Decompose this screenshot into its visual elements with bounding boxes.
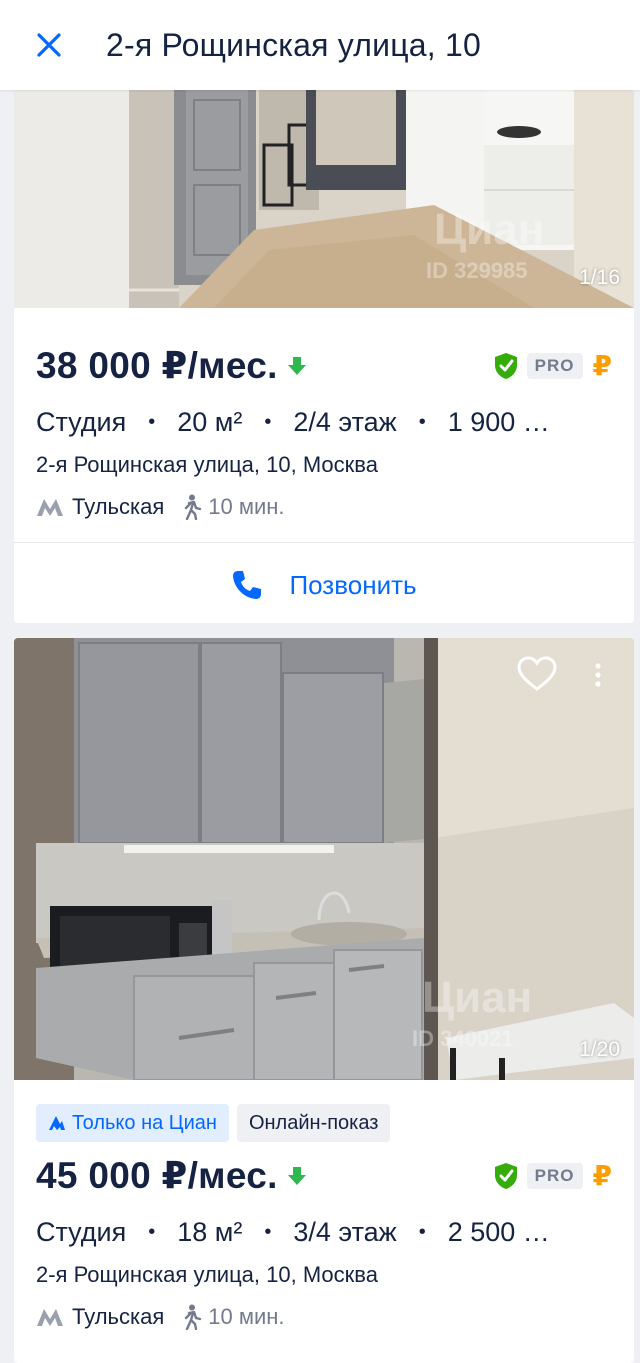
photo-counter: 1/16: [579, 266, 620, 289]
photo-counter: 1/20: [579, 1038, 620, 1061]
cian-logo-icon: [49, 1116, 65, 1130]
tag-row: Только на Циан Онлайн-показ: [14, 1104, 634, 1142]
price-value: 45 000 ₽/мес.: [36, 1155, 278, 1196]
metro-icon: [37, 1309, 63, 1326]
walk-time: 10 мин.: [208, 1304, 285, 1329]
rub-icon: ₽: [592, 350, 612, 381]
pro-badge: PRO: [526, 352, 583, 379]
param-area: 20 м²: [177, 407, 243, 437]
separator-dot: •: [418, 1221, 426, 1243]
metro-row: Тульская 10 мин.: [14, 494, 634, 520]
param-price-per-m: 2 500 …: [447, 1217, 550, 1247]
listing-card[interactable]: Циан ID 329985 1/16 38 000 ₽/мес. PRO ₽ …: [14, 90, 634, 623]
listing-photo[interactable]: Циан ID 329985 1/16: [14, 90, 634, 308]
watermark-id: ID 340021: [412, 1026, 514, 1051]
hallway-photo: [14, 90, 634, 308]
top-bar: 2-я Рощинская улица, 10: [0, 0, 640, 90]
separator-dot: •: [264, 1221, 272, 1243]
verified-shield-icon: [494, 1162, 517, 1189]
rub-icon: ₽: [592, 1160, 612, 1191]
separator-dot: •: [418, 411, 426, 433]
listing-card[interactable]: Циан ID 340021 1/20 Только на Циан Онлай…: [14, 638, 634, 1363]
separator-dot: •: [264, 411, 272, 433]
address: 2-я Рощинская улица, 10, Москва: [36, 1262, 378, 1287]
close-icon: [37, 33, 61, 57]
price: 38 000 ₽/мес.: [36, 344, 308, 387]
call-label: Позвонить: [289, 569, 417, 600]
price-down-icon: [286, 1165, 308, 1187]
badges: PRO ₽: [493, 349, 612, 382]
close-button[interactable]: [0, 0, 100, 90]
pro-badge: PRO: [526, 1162, 583, 1189]
address: 2-я Рощинская улица, 10, Москва: [36, 452, 378, 477]
watermark-id: ID 329985: [426, 258, 528, 283]
watermark: Циан: [422, 973, 533, 1022]
price: 45 000 ₽/мес.: [36, 1154, 308, 1197]
walk-icon: [185, 1304, 202, 1330]
price-row: 38 000 ₽/мес. PRO ₽: [14, 344, 634, 387]
badges: PRO ₽: [493, 1159, 612, 1192]
listing-photo[interactable]: Циан ID 340021 1/20: [14, 638, 634, 1080]
price-value: 38 000 ₽/мес.: [36, 345, 278, 386]
page-title: 2-я Рощинская улица, 10: [106, 26, 481, 63]
separator-dot: •: [148, 411, 156, 433]
favorite-heart-icon[interactable]: [517, 656, 557, 692]
metro-row: Тульская 10 мин.: [14, 1304, 634, 1330]
param-floor: 3/4 этаж: [293, 1217, 397, 1247]
online-show-tag: Онлайн-показ: [236, 1104, 391, 1142]
tag-label: Только на Циан: [72, 1111, 217, 1134]
param-price-per-m: 1 900 …: [447, 407, 550, 437]
more-options-icon[interactable]: [592, 662, 604, 690]
metro-station: Тульская: [72, 1304, 165, 1329]
param-type: Студия: [36, 1217, 127, 1247]
price-row: 45 000 ₽/мес. PRO ₽: [14, 1154, 634, 1197]
listing-params: Студия • 18 м² • 3/4 этаж • 2 500 …: [14, 1217, 634, 1248]
verified-shield-icon: [494, 352, 517, 379]
price-down-icon: [286, 355, 308, 377]
param-area: 18 м²: [177, 1217, 243, 1247]
call-button[interactable]: Позвонить: [14, 543, 634, 623]
walk-time: 10 мин.: [208, 494, 285, 519]
kitchen-photo: [14, 638, 634, 1080]
separator-dot: •: [148, 1221, 156, 1243]
walk-icon: [185, 494, 202, 520]
metro-icon: [37, 499, 63, 516]
metro-station: Тульская: [72, 494, 165, 519]
cian-exclusive-tag: Только на Циан: [36, 1104, 229, 1142]
param-floor: 2/4 этаж: [293, 407, 397, 437]
param-type: Студия: [36, 407, 127, 437]
listing-params: Студия • 20 м² • 2/4 этаж • 1 900 …: [14, 407, 634, 438]
phone-icon: [233, 571, 262, 599]
tag-label: Онлайн-показ: [248, 1111, 379, 1134]
watermark: Циан: [434, 205, 545, 254]
